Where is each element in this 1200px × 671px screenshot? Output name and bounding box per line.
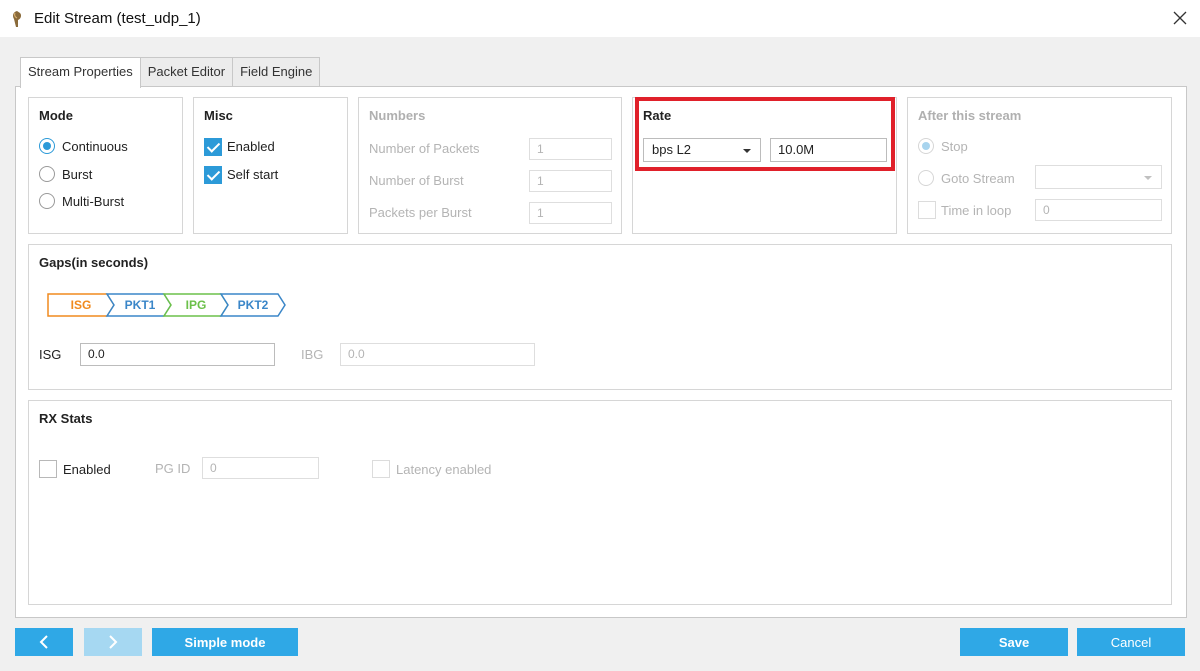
self-start-checkbox[interactable]: [204, 166, 222, 184]
simple-mode-button[interactable]: Simple mode: [152, 628, 298, 656]
numbers-group: Numbers Number of Packets 1 Number of Bu…: [358, 97, 622, 234]
pgid-label: PG ID: [155, 461, 191, 476]
label-burst: Burst: [62, 167, 93, 182]
isg-input[interactable]: 0.0: [80, 343, 275, 366]
gaps-title: Gaps(in seconds): [39, 255, 149, 270]
rx-stats-group: RX Stats Enabled PG ID 0 Latency enabled: [28, 400, 1172, 605]
radio-stop[interactable]: [918, 138, 934, 154]
goto-label: Goto Stream: [941, 171, 1015, 186]
radio-goto-stream[interactable]: [918, 170, 934, 186]
window-title: Edit Stream (test_udp_1): [34, 10, 201, 27]
radio-continuous[interactable]: [39, 138, 55, 154]
radio-multi-burst[interactable]: [39, 193, 55, 209]
loop-label: Time in loop: [941, 203, 1012, 218]
mode-title: Mode: [39, 108, 73, 123]
latency-label: Latency enabled: [396, 462, 492, 477]
rx-enabled-checkbox[interactable]: [39, 460, 57, 478]
latency-checkbox[interactable]: [372, 460, 390, 478]
packets-label: Number of Packets: [369, 141, 480, 156]
chevron-right-icon: [109, 635, 118, 649]
title-bar: Edit Stream (test_udp_1): [0, 0, 1200, 37]
chevron-left-icon: [39, 635, 48, 649]
rate-highlight-box: [635, 97, 895, 171]
time-in-loop-checkbox[interactable]: [918, 201, 936, 219]
misc-title: Misc: [204, 108, 233, 123]
loop-input[interactable]: 0: [1035, 199, 1162, 221]
ipg-chevron-label: IPG: [186, 298, 207, 312]
goto-stream-select[interactable]: [1035, 165, 1162, 189]
ibg-label: IBG: [301, 347, 324, 362]
self-start-label: Self start: [227, 167, 279, 182]
gap-sequence-diagram: ISG PKT1 IPG PKT2: [47, 293, 287, 317]
radio-burst[interactable]: [39, 166, 55, 182]
cancel-button[interactable]: Cancel: [1077, 628, 1185, 656]
misc-group: Misc Enabled Self start: [193, 97, 348, 234]
enabled-label: Enabled: [227, 139, 275, 154]
pkt1-chevron-label: PKT1: [125, 298, 156, 312]
close-button[interactable]: [1166, 4, 1194, 32]
app-icon: [13, 11, 22, 27]
burst-input[interactable]: 1: [529, 170, 612, 192]
next-button[interactable]: [84, 628, 142, 656]
burst-label: Number of Burst: [369, 173, 464, 188]
after-stream-group: After this stream Stop Goto Stream Time …: [907, 97, 1172, 234]
chevron-down-icon: [1144, 176, 1152, 180]
close-icon: [1173, 11, 1187, 25]
isg-chevron-label: ISG: [71, 298, 92, 312]
ibg-input[interactable]: 0.0: [340, 343, 535, 366]
mode-group: Mode Continuous Burst Multi-Burst: [28, 97, 183, 234]
back-button[interactable]: [15, 628, 73, 656]
numbers-title: Numbers: [369, 108, 426, 123]
after-stream-title: After this stream: [918, 108, 1022, 123]
tab-stream-properties[interactable]: Stream Properties: [20, 57, 141, 88]
isg-label: ISG: [39, 347, 62, 362]
stop-label: Stop: [941, 139, 968, 154]
rx-enabled-label: Enabled: [63, 462, 111, 477]
enabled-checkbox[interactable]: [204, 138, 222, 156]
save-button[interactable]: Save: [960, 628, 1068, 656]
tab-packet-editor[interactable]: Packet Editor: [139, 57, 234, 87]
pkt2-chevron-label: PKT2: [238, 298, 269, 312]
label-continuous: Continuous: [62, 139, 128, 154]
packets-input[interactable]: 1: [529, 138, 612, 160]
ppb-label: Packets per Burst: [369, 205, 472, 220]
tab-bar: Stream Properties Packet Editor Field En…: [20, 57, 321, 88]
tab-field-engine[interactable]: Field Engine: [232, 57, 321, 87]
ppb-input[interactable]: 1: [529, 202, 612, 224]
rx-stats-title: RX Stats: [39, 411, 93, 426]
label-multi-burst: Multi-Burst: [62, 194, 125, 209]
pgid-input[interactable]: 0: [202, 457, 319, 479]
